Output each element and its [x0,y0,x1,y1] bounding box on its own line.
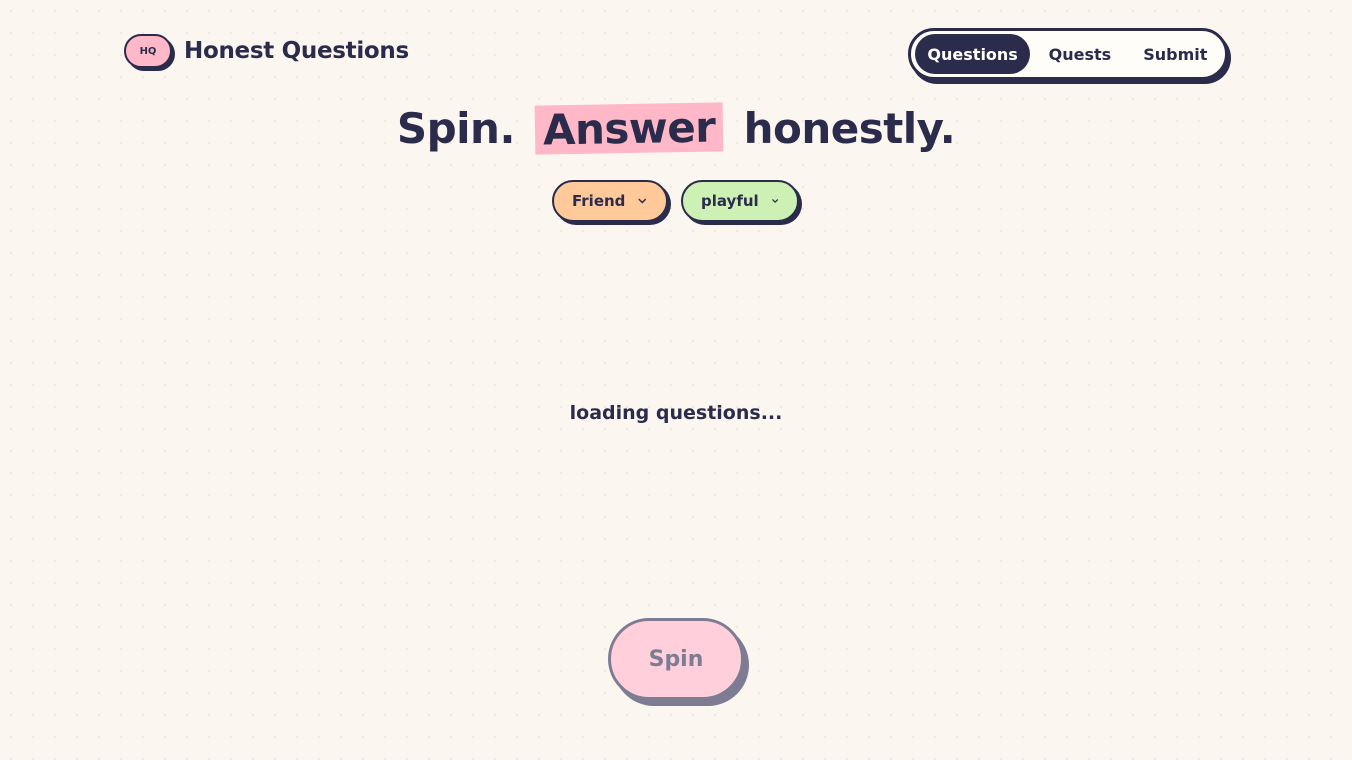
brand-logo: HQ [124,34,172,68]
relationship-select-value: Friend [572,192,626,210]
chevron-down-icon [638,198,647,204]
brand[interactable]: HQ Honest Questions [124,34,409,68]
chevron-down-icon [771,199,778,203]
spin-button[interactable]: Spin [608,618,744,700]
hero-title-highlight: Answer [534,102,724,155]
nav-tab-submit[interactable]: Submit [1130,34,1221,74]
relationship-select[interactable]: Friend [552,180,668,222]
hero-title-part2: honestly. [743,104,956,153]
nav-tab-quests[interactable]: Quests [1030,34,1129,74]
filter-bar: Friend playful [552,180,799,222]
mood-select[interactable]: playful [681,180,799,222]
loading-status: loading questions... [569,402,783,424]
nav-tab-questions[interactable]: Questions [915,34,1031,74]
hero-title-part1: Spin. [396,104,516,153]
hero-title: Spin. Answer honestly. [0,102,1352,155]
main-nav: Questions Quests Submit [908,28,1228,80]
brand-name: Honest Questions [184,38,409,64]
top-header: HQ Honest Questions Questions Quests Sub… [0,0,1352,100]
mood-select-value: playful [701,192,759,210]
